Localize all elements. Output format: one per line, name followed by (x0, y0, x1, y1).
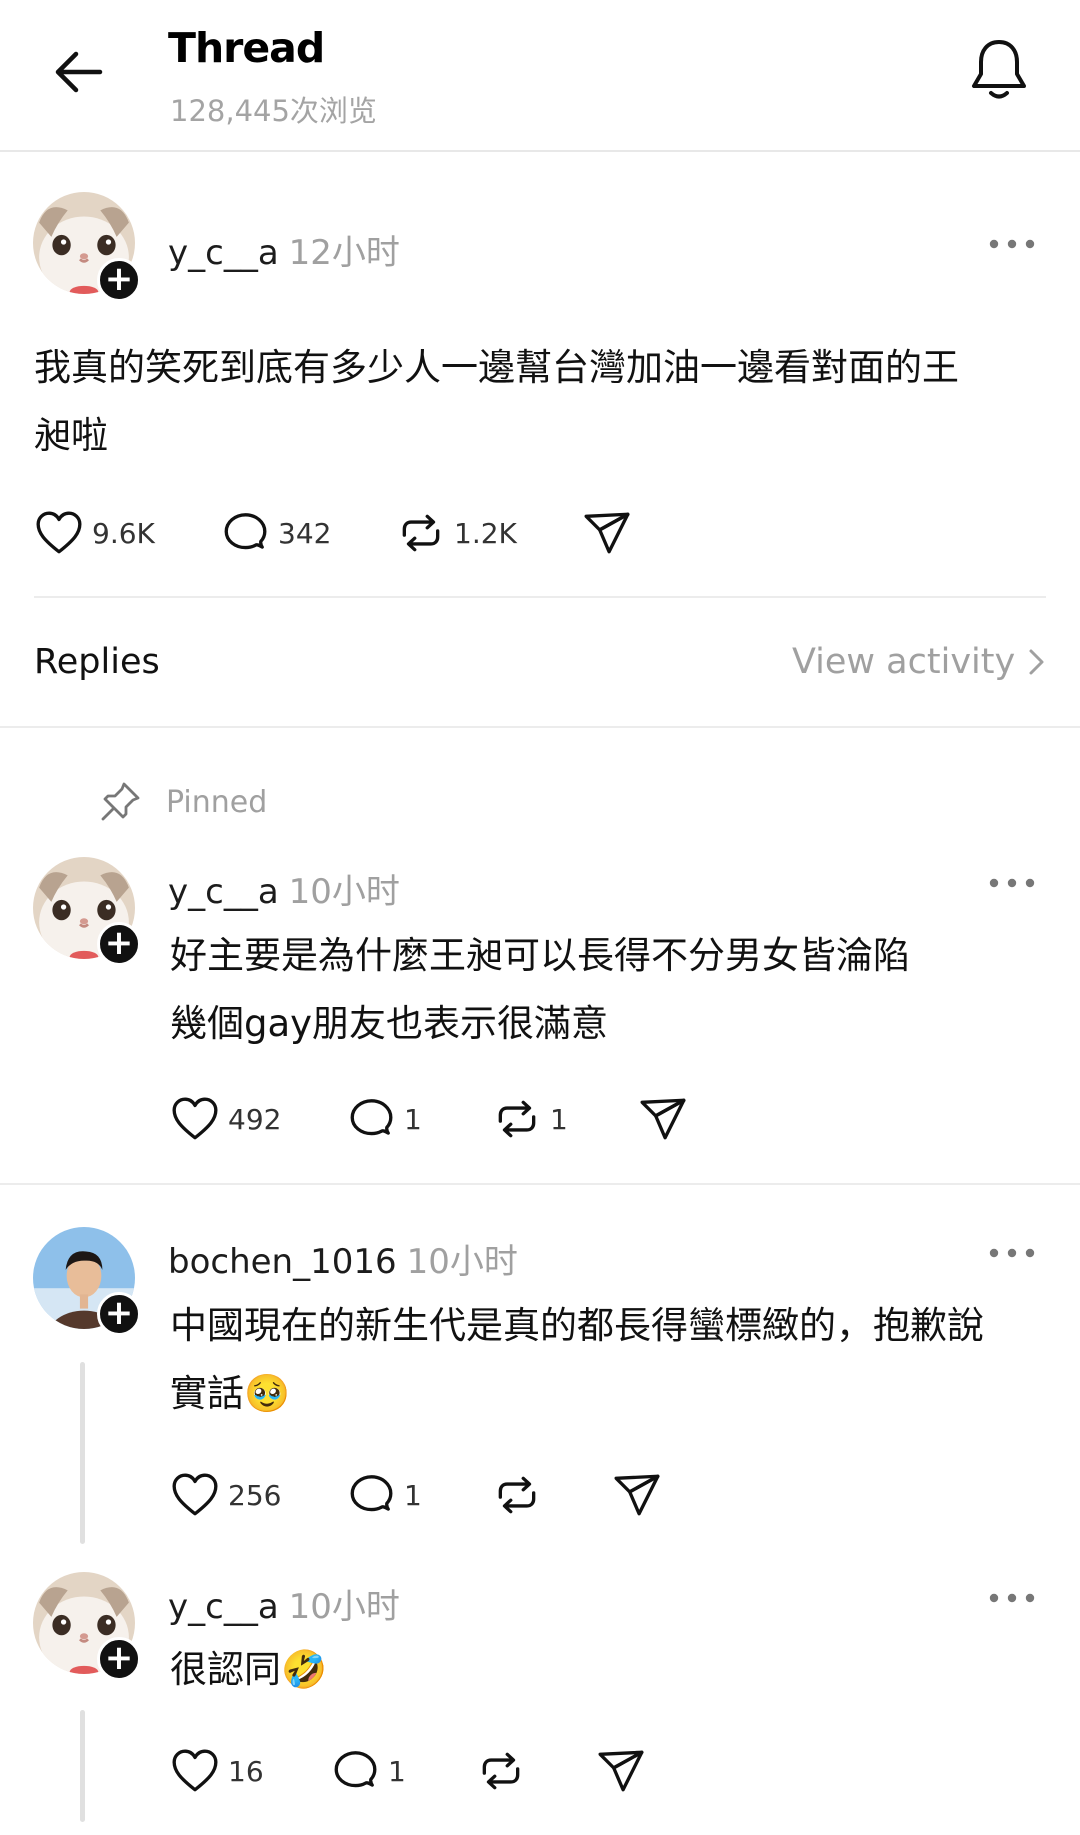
like-button[interactable]: 16 (170, 1746, 264, 1796)
reply-text-fragment: 很認同 (170, 1648, 281, 1691)
send-icon (612, 1470, 662, 1520)
post-text: 我真的笑死到底有多少人一邊幫台灣加油一邊看對面的王 昶啦 (34, 334, 1054, 470)
like-button[interactable]: 492 (170, 1094, 281, 1144)
like-button[interactable]: 256 (170, 1470, 281, 1520)
comment-count: 342 (278, 516, 332, 550)
share-button[interactable] (612, 1470, 662, 1520)
divider (0, 726, 1080, 728)
comment-icon (330, 1746, 380, 1796)
reply-text-line: 中國現在的新生代是真的都長得蠻標緻的，抱歉說 (170, 1304, 984, 1347)
like-count: 16 (228, 1754, 264, 1788)
reply-text: 很認同🤣 (170, 1636, 1050, 1704)
reply-time: 10小时 (288, 1587, 400, 1627)
repost-icon (492, 1470, 542, 1520)
repost-button[interactable]: 1.2K (396, 508, 517, 558)
like-button[interactable]: 9.6K (34, 508, 155, 558)
reply-text: 中國現在的新生代是真的都長得蠻標緻的，抱歉說 實話🥹 (170, 1292, 1050, 1428)
comment-button[interactable]: 1 (346, 1094, 422, 1144)
heart-icon (170, 1746, 220, 1796)
chevron-right-icon (1029, 649, 1044, 675)
pinned-indicator: Pinned (96, 778, 267, 826)
repost-count: 1.2K (454, 516, 517, 550)
thread-line (80, 1362, 85, 1544)
comment-count: 1 (404, 1102, 422, 1136)
repost-icon (492, 1094, 542, 1144)
reply-text-fragment: 實話 (170, 1372, 244, 1415)
share-button[interactable] (596, 1746, 646, 1796)
heart-icon (170, 1094, 220, 1144)
like-count: 9.6K (92, 516, 155, 550)
heart-icon (34, 508, 84, 558)
comment-icon (346, 1094, 396, 1144)
repost-icon (396, 508, 446, 558)
reply-text-line: 實話🥹 (170, 1360, 1050, 1428)
comment-count: 1 (388, 1754, 406, 1788)
send-icon (596, 1746, 646, 1796)
comment-icon (220, 508, 270, 558)
back-button[interactable] (50, 42, 120, 102)
thread-line (80, 1710, 85, 1822)
reply-author-row: bochen_1016 10小时 (168, 1234, 518, 1283)
reply-username[interactable]: y_c__a (168, 872, 279, 912)
post-text-line: 昶啦 (34, 414, 108, 457)
follow-plus-icon[interactable]: + (97, 1637, 141, 1681)
more-options-icon[interactable] (988, 234, 1036, 254)
post-text-line: 我真的笑死到底有多少人一邊幫台灣加油一邊看對面的王 (34, 346, 959, 389)
post-username[interactable]: y_c__a (168, 233, 279, 273)
send-icon (582, 508, 632, 558)
comment-button[interactable]: 1 (346, 1470, 422, 1520)
reply-username[interactable]: y_c__a (168, 1587, 279, 1627)
follow-plus-icon[interactable]: + (97, 1292, 141, 1336)
page-title: Thread (168, 24, 325, 72)
more-options-icon[interactable] (988, 1588, 1036, 1608)
like-count: 256 (228, 1478, 282, 1512)
reply-text-line: 好主要是為什麼王昶可以長得不分男女皆淪陷 (170, 934, 910, 977)
comment-count: 1 (404, 1478, 422, 1512)
view-count: 128,445次浏览 (170, 94, 377, 128)
reply-username[interactable]: bochen_1016 (168, 1242, 397, 1282)
more-options-icon[interactable] (988, 873, 1036, 893)
reply-text: 好主要是為什麼王昶可以長得不分男女皆淪陷 幾個gay朋友也表示很滿意 (170, 922, 1050, 1058)
share-button[interactable] (638, 1094, 688, 1144)
divider (34, 596, 1046, 598)
repost-button[interactable] (476, 1746, 526, 1796)
more-options-icon[interactable] (988, 1243, 1036, 1263)
comment-button[interactable]: 342 (220, 508, 331, 558)
follow-plus-icon[interactable]: + (97, 922, 141, 966)
view-activity-label: View activity (792, 642, 1016, 682)
header-divider (0, 150, 1080, 152)
share-button[interactable] (582, 508, 632, 558)
repost-button[interactable]: 1 (492, 1094, 568, 1144)
view-activity-link[interactable]: View activity (792, 642, 1051, 682)
comment-icon (346, 1470, 396, 1520)
emoji-pleading: 🥹 (244, 1372, 291, 1415)
post-time: 12小时 (288, 233, 400, 273)
follow-plus-icon[interactable]: + (97, 258, 141, 302)
bell-icon (972, 40, 1026, 99)
reply-text-line: 幾個gay朋友也表示很滿意 (170, 1002, 609, 1045)
notifications-button[interactable] (968, 36, 1034, 106)
reply-author-row: y_c__a 10小时 (168, 1579, 400, 1628)
repost-button[interactable] (492, 1470, 542, 1520)
post-author-row: y_c__a 12小时 (168, 225, 400, 274)
reply-time: 10小时 (288, 872, 400, 912)
divider (0, 1183, 1080, 1185)
arrow-left-icon (55, 51, 103, 93)
send-icon (638, 1094, 688, 1144)
pin-icon (96, 778, 144, 826)
reply-text-line: 很認同🤣 (170, 1636, 1050, 1704)
comment-button[interactable]: 1 (330, 1746, 406, 1796)
reply-time: 10小时 (406, 1242, 518, 1282)
replies-label: Replies (34, 642, 160, 682)
heart-icon (170, 1470, 220, 1520)
like-count: 492 (228, 1102, 282, 1136)
repost-count: 1 (550, 1102, 568, 1136)
pinned-label: Pinned (166, 784, 268, 820)
repost-icon (476, 1746, 526, 1796)
emoji-rofl: 🤣 (281, 1648, 328, 1691)
reply-author-row: y_c__a 10小时 (168, 864, 400, 913)
